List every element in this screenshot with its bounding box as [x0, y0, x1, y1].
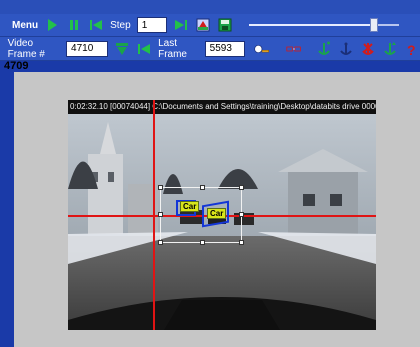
video-frame-label: Video Frame # [7, 37, 45, 60]
anchor-icon[interactable] [338, 41, 354, 57]
roi-handle[interactable] [239, 240, 244, 245]
slider-thumb[interactable] [369, 18, 378, 32]
menu-button[interactable]: Menu [12, 20, 38, 31]
roi-handle[interactable] [239, 212, 244, 217]
toolbar-main: Menu Step 1 [0, 14, 420, 37]
roi-handle[interactable] [200, 240, 205, 245]
play-icon[interactable] [44, 17, 60, 33]
step-back-icon[interactable] [88, 17, 104, 33]
roi-handle[interactable] [239, 185, 244, 190]
region-select-icon[interactable] [278, 41, 310, 57]
slider-fill [248, 24, 377, 26]
pause-icon[interactable] [66, 17, 82, 33]
car-label: Car [207, 208, 227, 219]
step-forward-icon[interactable] [173, 17, 189, 33]
help-icon[interactable]: ? [404, 41, 420, 57]
export-icon[interactable] [195, 17, 211, 33]
save-icon[interactable] [217, 17, 233, 33]
app-window: Menu Step 1 Video Frame # 4710 Last Fram… [0, 0, 420, 347]
roi-handle[interactable] [158, 185, 163, 190]
anchor-move-icon[interactable] [382, 41, 398, 57]
step-input[interactable]: 1 [136, 17, 167, 33]
car-label: Car [180, 201, 200, 212]
video-frame-input[interactable]: 4710 [66, 40, 109, 57]
first-frame-icon[interactable] [136, 41, 152, 57]
svg-text:?: ? [407, 42, 416, 57]
last-frame-label: Last Frame [158, 37, 187, 60]
marker-icon[interactable] [251, 41, 272, 57]
anchor-add-icon[interactable] [316, 41, 332, 57]
anchor-remove-icon[interactable] [360, 41, 376, 57]
selection-rectangle[interactable] [158, 185, 244, 245]
frame-slider[interactable] [248, 17, 399, 33]
go-to-frame-icon[interactable] [114, 41, 130, 57]
crosshair-vertical [153, 100, 155, 330]
last-frame-input[interactable]: 5593 [204, 40, 246, 57]
roi-handle[interactable] [158, 212, 163, 217]
roi-handle[interactable] [200, 185, 205, 190]
video-overlay-text: 0:02:32.10 [00074044] C:\Documents and S… [68, 100, 376, 114]
roi-handle[interactable] [158, 240, 163, 245]
toolbar-frame: Video Frame # 4710 Last Frame 5593 ? [0, 37, 420, 61]
current-frame-label: 4709 [4, 60, 29, 72]
step-label: Step [110, 19, 131, 31]
window-top-strip [0, 0, 420, 14]
